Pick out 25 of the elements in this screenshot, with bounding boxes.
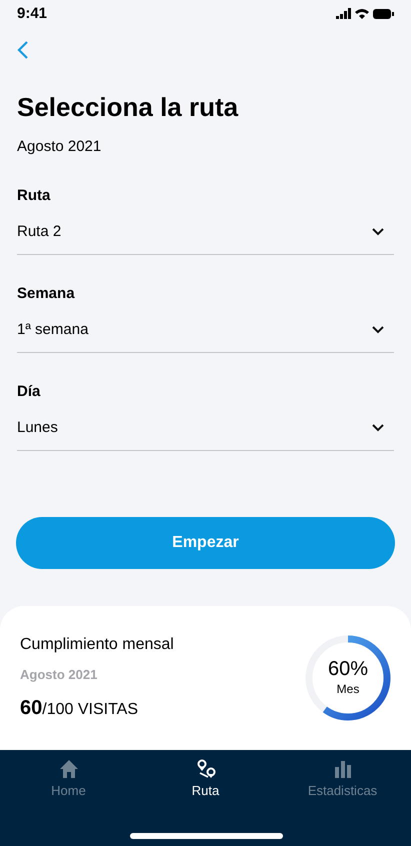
- page-subtitle: Agosto 2021: [16, 137, 102, 157]
- chevron-down-icon: [372, 326, 384, 334]
- chevron-down-icon: [372, 228, 384, 236]
- summary-title: Cumplimiento mensal: [20, 635, 174, 656]
- status-time: 9:41: [17, 4, 48, 24]
- tab-item[interactable]: Ruta: [137, 759, 274, 800]
- field-label: Ruta: [17, 186, 52, 206]
- chevron-down-icon: [372, 424, 384, 432]
- percent-value: 60%: [328, 658, 368, 680]
- tab-item[interactable]: Estadisticas: [274, 759, 411, 800]
- tab-item[interactable]: Home: [0, 759, 137, 800]
- percent-caption: Mes: [336, 681, 360, 698]
- field-label: Semana: [17, 284, 76, 304]
- map-pins-icon: [196, 759, 216, 779]
- field-label: Día: [17, 382, 42, 402]
- page-title: Selecciona la ruta: [16, 91, 240, 124]
- back-icon[interactable]: [17, 40, 29, 60]
- dropdown-field[interactable]: Ruta 2: [17, 221, 394, 254]
- home-icon: [58, 759, 78, 779]
- status-icons: [336, 8, 394, 20]
- bar-chart-icon: [332, 759, 352, 779]
- summary-period: Agosto 2021: [20, 666, 98, 684]
- dropdown-field[interactable]: Lunes: [17, 417, 394, 450]
- dropdown-field[interactable]: 1ª semana: [17, 319, 394, 352]
- visits-count: 60/100 VISITAS: [20, 696, 139, 721]
